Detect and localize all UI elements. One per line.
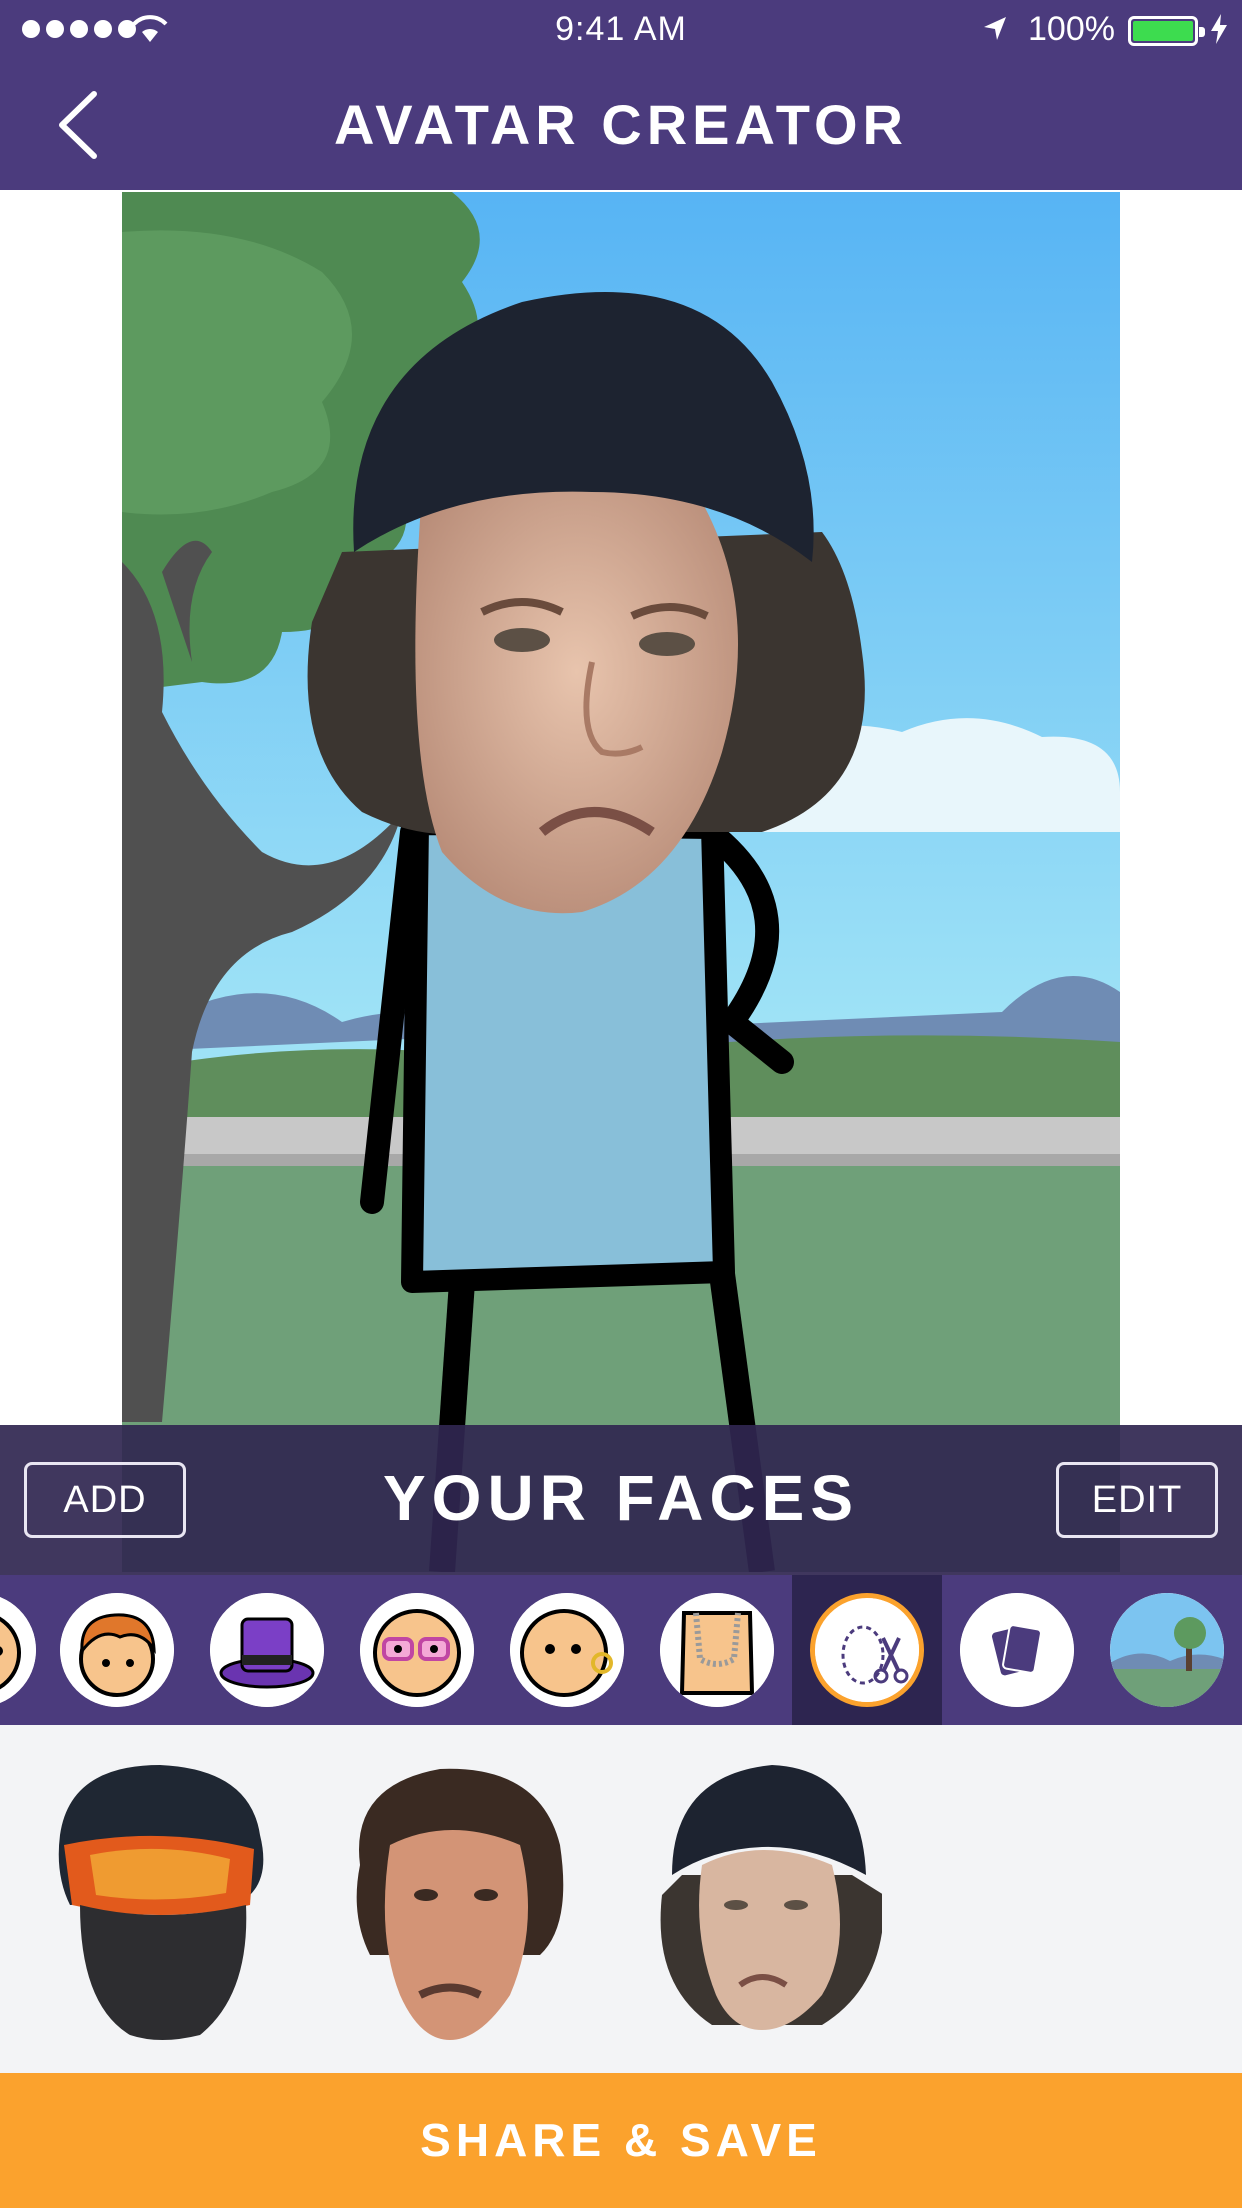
category-landscape-icon[interactable] [1110, 1593, 1224, 1707]
status-bar: 9:41 AM 100% [0, 0, 1242, 60]
avatar-scene-illustration [122, 192, 1120, 1572]
your-faces-bar: ADD YOUR FACES EDIT [0, 1425, 1242, 1575]
category-necklace-icon[interactable] [660, 1593, 774, 1707]
category-top-hat-icon[interactable] [210, 1593, 324, 1707]
category-hair-icon[interactable] [60, 1593, 174, 1707]
edit-faces-button[interactable]: EDIT [1056, 1462, 1218, 1538]
face-helmet[interactable] [50, 1755, 280, 2045]
top-bar: 9:41 AM 100% AVATAR CREATOR [0, 0, 1242, 190]
location-arrow-icon [984, 17, 1006, 40]
charging-bolt-icon [1211, 14, 1227, 44]
avatar-canvas[interactable] [122, 192, 1120, 1572]
category-earring-icon[interactable] [510, 1593, 624, 1707]
category-strip[interactable] [0, 1575, 1242, 1725]
page-title: AVATAR CREATOR [334, 93, 908, 156]
category-face-icon[interactable] [0, 1593, 36, 1707]
category-cards-icon[interactable] [960, 1593, 1074, 1707]
face-curly-hair[interactable] [340, 1755, 570, 2045]
battery-icon [1128, 16, 1205, 46]
battery-percentage: 100% [1028, 10, 1115, 48]
category-scissors-icon[interactable] [810, 1593, 924, 1707]
face-beanie[interactable] [652, 1755, 885, 2045]
share-save-button[interactable]: SHARE & SAVE [0, 2073, 1242, 2208]
category-glasses-icon[interactable] [360, 1593, 474, 1707]
face-choices [0, 1725, 1242, 2073]
